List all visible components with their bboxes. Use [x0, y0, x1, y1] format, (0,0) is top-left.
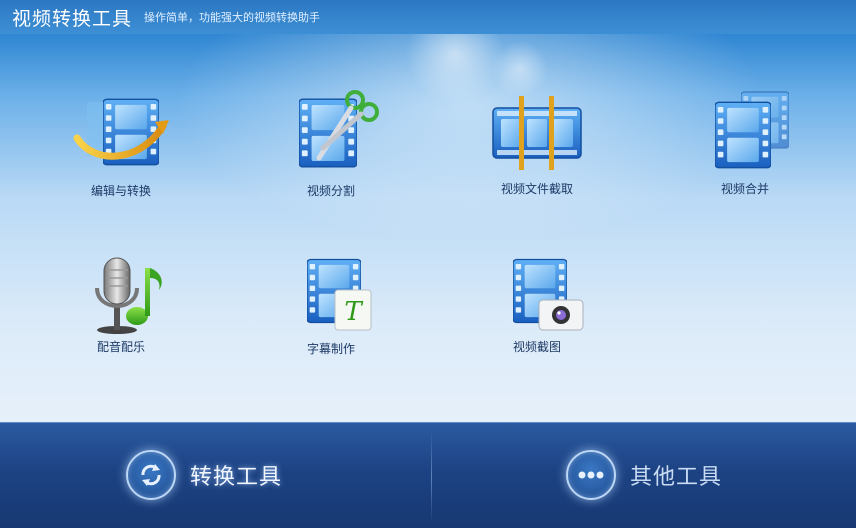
tool-label: 视频文件截取: [500, 182, 573, 196]
film-camera-icon: [513, 258, 584, 331]
tool-label: 视频分割: [306, 184, 355, 198]
tool-split[interactable]: 视频分割: [256, 86, 406, 199]
divider: [431, 431, 432, 523]
tool-screenshot[interactable]: 视频截图: [462, 254, 612, 355]
tool-edit-convert[interactable]: 编辑与转换: [46, 92, 196, 199]
tool-trim[interactable]: 视频文件截取: [462, 90, 612, 197]
film-trim-icon: [492, 96, 582, 170]
film-scissors-icon: [299, 90, 379, 168]
tab-label: 转换工具: [190, 465, 283, 490]
title-bar: 视频转换工具 操作简单，功能强大的视频转换助手: [0, 0, 856, 34]
tool-dubbing[interactable]: 配音配乐: [46, 254, 196, 355]
tool-grid: 编辑与转换 视频分割 视频文件截取 视频合并 配音配乐 T 字幕制作 视频截图: [0, 34, 856, 422]
tab-convert-tools[interactable]: 转换工具: [126, 443, 282, 507]
tab-other-tools[interactable]: 其他工具: [566, 443, 722, 507]
bottom-tab-bar: 转换工具 其他工具: [0, 422, 856, 528]
svg-text:T: T: [344, 297, 363, 327]
film-subtitle-icon: T: [307, 258, 372, 331]
refresh-icon: [126, 450, 176, 500]
tool-label: 字幕制作: [306, 342, 355, 356]
tool-label: 配音配乐: [96, 340, 145, 354]
app-title: 视频转换工具: [12, 7, 133, 30]
film-convert-icon: [73, 98, 169, 166]
tool-merge[interactable]: 视频合并: [670, 86, 820, 197]
more-dots-icon: [566, 450, 616, 500]
tool-label: 视频截图: [512, 340, 561, 354]
tab-label: 其他工具: [630, 465, 723, 490]
tool-label: 视频合并: [720, 182, 769, 196]
tool-label: 编辑与转换: [90, 184, 151, 198]
microphone-music-icon: [95, 257, 162, 334]
tool-subtitle[interactable]: T 字幕制作: [256, 254, 406, 357]
app-subtitle: 操作简单，功能强大的视频转换助手: [144, 11, 321, 24]
film-merge-icon: [715, 91, 789, 169]
